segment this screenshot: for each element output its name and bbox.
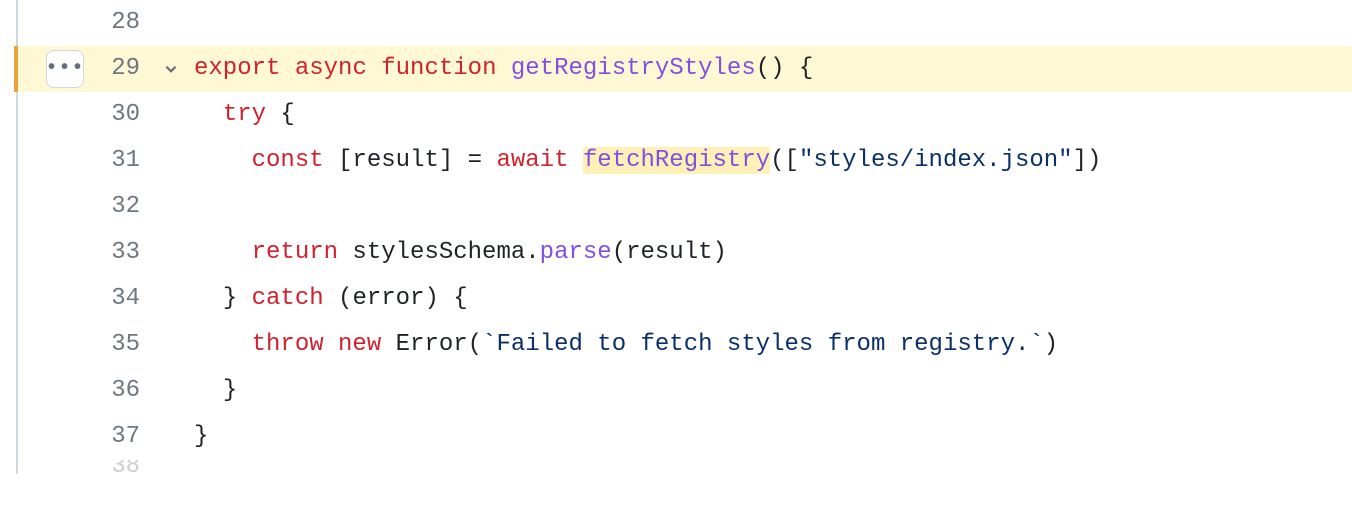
gutter-change-indicator bbox=[14, 46, 18, 92]
more-actions-button[interactable]: ••• bbox=[46, 50, 84, 88]
line-number: 33 bbox=[16, 230, 156, 276]
line-number: 30 bbox=[16, 92, 156, 138]
code-line: 28 bbox=[16, 0, 1352, 46]
code-line-highlighted: ••• 29 export async function getRegistry… bbox=[16, 46, 1352, 92]
code-content[interactable]: return stylesSchema.parse(result) bbox=[186, 230, 1352, 276]
ellipsis-icon: ••• bbox=[46, 50, 85, 88]
code-content[interactable]: const [result] = await fetchRegistry(["s… bbox=[186, 138, 1352, 184]
code-content[interactable]: throw new Error(`Failed to fetch styles … bbox=[186, 322, 1352, 368]
line-number: 34 bbox=[16, 276, 156, 322]
code-line: 34 } catch (error) { bbox=[16, 276, 1352, 322]
code-line: 30 try { bbox=[16, 92, 1352, 138]
code-line-partial: 38 bbox=[16, 460, 1352, 474]
chevron-down-icon bbox=[162, 60, 180, 78]
line-number: 36 bbox=[16, 368, 156, 414]
code-content[interactable]: } catch (error) { bbox=[186, 276, 1352, 322]
code-content[interactable]: } bbox=[186, 414, 1352, 460]
line-number: 29 bbox=[16, 46, 156, 92]
code-content[interactable]: export async function getRegistryStyles(… bbox=[186, 46, 1352, 92]
fold-toggle[interactable] bbox=[156, 60, 186, 78]
line-number: 35 bbox=[16, 322, 156, 368]
line-number: 28 bbox=[16, 0, 156, 46]
code-line: 33 return stylesSchema.parse(result) bbox=[16, 230, 1352, 276]
code-content[interactable]: } bbox=[186, 368, 1352, 414]
code-line: 36 } bbox=[16, 368, 1352, 414]
line-number: 38 bbox=[16, 460, 156, 474]
line-number: 32 bbox=[16, 184, 156, 230]
line-number: 31 bbox=[16, 138, 156, 184]
code-line: 32 bbox=[16, 184, 1352, 230]
code-editor: 28 ••• 29 export async function getRegis… bbox=[0, 0, 1352, 474]
code-content[interactable]: try { bbox=[186, 92, 1352, 138]
code-line: 35 throw new Error(`Failed to fetch styl… bbox=[16, 322, 1352, 368]
line-number: 37 bbox=[16, 414, 156, 460]
code-line: 37 } bbox=[16, 414, 1352, 460]
code-line: 31 const [result] = await fetchRegistry(… bbox=[16, 138, 1352, 184]
